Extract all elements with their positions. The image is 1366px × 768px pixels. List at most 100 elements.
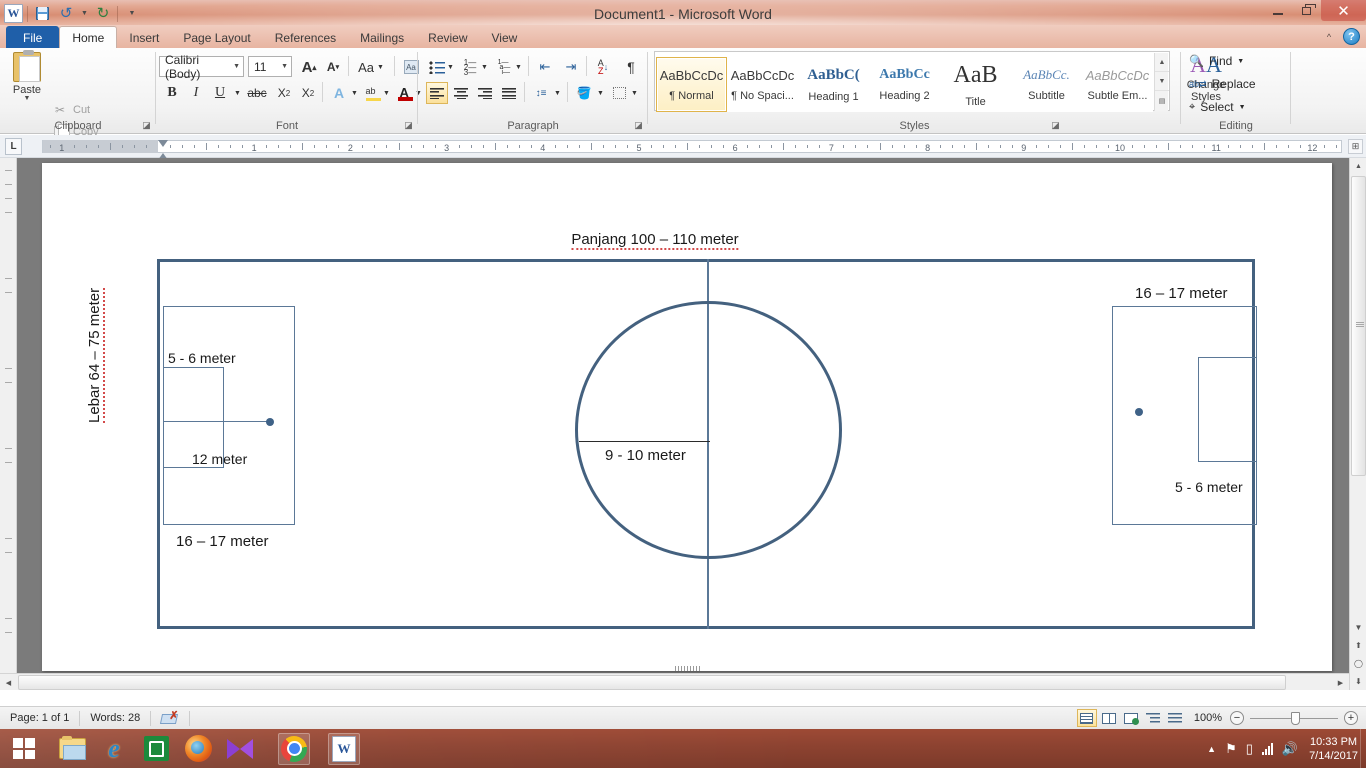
style-item-no-spaci[interactable]: AaBbCcDc ¶ No Spaci... xyxy=(727,57,798,112)
previous-page-icon[interactable]: ⬆ xyxy=(1350,636,1366,654)
bold-button[interactable]: B xyxy=(161,82,183,104)
left-penalty-spot-line[interactable] xyxy=(163,421,270,422)
restore-button[interactable] xyxy=(1292,0,1321,21)
style-item-heading-1[interactable]: AaBbC(Heading 1 xyxy=(798,57,869,112)
zoom-slider[interactable] xyxy=(1250,711,1338,725)
shading-icon[interactable]: 🪣 xyxy=(573,82,595,104)
replace-button[interactable]: ab⇄ Replace xyxy=(1189,77,1256,91)
minimize-button[interactable] xyxy=(1263,0,1292,21)
select-dropdown-icon[interactable]: ▼ xyxy=(1239,104,1246,111)
word-count-status[interactable]: Words: 28 xyxy=(80,707,150,730)
action-center-icon[interactable]: ⚑ xyxy=(1225,741,1237,757)
taskbar-item-chrome[interactable] xyxy=(278,732,310,765)
font-dialog-launcher[interactable]: ◪ xyxy=(403,120,414,131)
borders-dropdown-icon[interactable]: ▼ xyxy=(629,82,640,104)
line-spacing-dropdown-icon[interactable]: ▼ xyxy=(552,82,563,104)
shading-dropdown-icon[interactable]: ▼ xyxy=(595,82,606,104)
ribbon-tab-references[interactable]: References xyxy=(263,26,348,49)
volume-icon[interactable]: 🔊 xyxy=(1282,741,1298,757)
page-splitter-handle[interactable] xyxy=(675,666,701,671)
paste-dropdown-icon[interactable]: ▼ xyxy=(6,95,48,102)
scroll-up-icon[interactable]: ▲ xyxy=(1350,158,1366,175)
center-circle[interactable] xyxy=(575,301,842,559)
subscript-button[interactable]: X2 xyxy=(273,82,295,104)
numbering-dropdown-icon[interactable]: ▼ xyxy=(479,56,490,78)
help-icon[interactable]: ? xyxy=(1343,28,1360,45)
increase-indent-icon[interactable]: ⇥ xyxy=(560,56,582,78)
underline-dropdown-icon[interactable]: ▼ xyxy=(232,82,243,104)
right-penalty-spot[interactable] xyxy=(1135,408,1143,416)
show-formatting-marks-icon[interactable]: ¶ xyxy=(620,56,642,78)
style-item-subtitle[interactable]: AaBbCc. Subtitle xyxy=(1011,57,1082,112)
right-goal-area[interactable] xyxy=(1198,357,1257,462)
ribbon-tab-mailings[interactable]: Mailings xyxy=(348,26,416,49)
show-desktop-button[interactable] xyxy=(1360,729,1366,768)
style-item-title[interactable]: AaB Title xyxy=(940,57,1011,112)
align-right-button[interactable] xyxy=(474,82,496,104)
tab-stop-selector[interactable]: L xyxy=(5,138,22,155)
strikethrough-button[interactable]: abc xyxy=(246,82,268,104)
vertical-scrollbar[interactable]: ▲ ▼ ⬆ ◯ ⬇ xyxy=(1349,158,1366,690)
line-spacing-icon[interactable]: ↕≡ xyxy=(530,82,552,104)
show-hidden-icons-icon[interactable]: ▲ xyxy=(1207,744,1216,754)
borders-icon[interactable] xyxy=(608,82,630,104)
style-item-normal[interactable]: AaBbCcDc ¶ Normal xyxy=(656,57,727,112)
superscript-button[interactable]: X2 xyxy=(297,82,319,104)
styles-scroll-up-icon[interactable]: ▲ xyxy=(1155,53,1169,72)
ribbon-tab-page-layout[interactable]: Page Layout xyxy=(171,26,262,49)
select-button[interactable]: ⌖ Select ▼ xyxy=(1189,100,1246,114)
ribbon-tab-file[interactable]: File xyxy=(6,26,60,49)
find-button[interactable]: 🔍 Find ▼ xyxy=(1189,54,1244,68)
font-size-input[interactable]: 11 ▼ xyxy=(248,56,292,77)
align-center-button[interactable] xyxy=(450,82,472,104)
zoom-level-label[interactable]: 100% xyxy=(1186,712,1230,724)
document-page[interactable]: Panjang 100 – 110 meter 9 - 10 meter 5 -… xyxy=(42,163,1332,671)
numbering-icon[interactable]: 1— 2— 3— xyxy=(459,56,481,78)
ribbon-tab-review[interactable]: Review xyxy=(416,26,479,49)
multilevel-list-icon[interactable]: 1— a— i— xyxy=(493,56,515,78)
center-circle-radius-line[interactable] xyxy=(579,441,710,442)
minimize-ribbon-icon[interactable]: ^ xyxy=(1321,29,1337,45)
zoom-slider-thumb[interactable] xyxy=(1291,711,1300,725)
ribbon-tab-view[interactable]: View xyxy=(480,26,530,49)
zoom-in-button[interactable]: + xyxy=(1344,711,1358,725)
justify-button[interactable] xyxy=(498,82,520,104)
outline-view-button[interactable] xyxy=(1143,709,1163,727)
first-line-indent-marker[interactable] xyxy=(158,140,168,147)
sort-icon[interactable]: A Z ↓ xyxy=(592,56,614,78)
bullets-dropdown-icon[interactable]: ▼ xyxy=(445,56,456,78)
select-browse-object-icon[interactable]: ◯ xyxy=(1350,654,1366,672)
find-dropdown-icon[interactable]: ▼ xyxy=(1237,58,1244,65)
align-left-button[interactable] xyxy=(426,82,448,104)
zoom-out-button[interactable]: − xyxy=(1230,711,1244,725)
taskbar-item-internet-explorer[interactable]: e xyxy=(98,733,130,765)
ribbon-tab-home[interactable]: Home xyxy=(59,26,118,49)
proofing-status[interactable] xyxy=(151,707,189,730)
taskbar-item-word[interactable]: W xyxy=(328,732,360,765)
change-case-icon[interactable]: Aa ▼ xyxy=(354,56,388,78)
scroll-right-icon[interactable]: ▶ xyxy=(1332,674,1349,691)
vertical-scroll-thumb[interactable] xyxy=(1351,176,1366,476)
multilevel-dropdown-icon[interactable]: ▼ xyxy=(513,56,524,78)
decrease-indent-icon[interactable]: ⇤ xyxy=(534,56,556,78)
ribbon-tab-insert[interactable]: Insert xyxy=(117,26,171,49)
highlight-dropdown-icon[interactable]: ▼ xyxy=(381,82,392,104)
network-icon[interactable] xyxy=(1261,742,1273,755)
scroll-left-icon[interactable]: ◀ xyxy=(0,674,17,691)
close-button[interactable]: ✕ xyxy=(1321,0,1366,21)
taskbar-item-store[interactable] xyxy=(140,733,172,765)
styles-more-icon[interactable]: ▤ xyxy=(1155,91,1169,110)
style-item-heading-2[interactable]: AaBbCc Heading 2 xyxy=(869,57,940,112)
styles-scroll-down-icon[interactable]: ▼ xyxy=(1155,72,1169,91)
horizontal-ruler[interactable]: 1 1 2 3 4 5 6 7 8 9 10 11 12 xyxy=(42,140,1342,160)
taskbar-item-file-explorer[interactable] xyxy=(56,733,88,765)
font-name-input[interactable]: Calibri (Body) ▼ xyxy=(159,53,244,81)
styles-dialog-launcher[interactable]: ◪ xyxy=(1050,120,1061,131)
taskbar-item-firefox[interactable] xyxy=(182,733,214,765)
horizontal-scroll-thumb[interactable] xyxy=(18,675,1286,690)
text-effects-icon[interactable]: A xyxy=(328,82,350,104)
next-page-icon[interactable]: ⬇ xyxy=(1350,672,1366,690)
web-layout-view-button[interactable] xyxy=(1121,709,1141,727)
text-effects-dropdown-icon[interactable]: ▼ xyxy=(349,82,360,104)
start-button[interactable] xyxy=(0,729,48,768)
